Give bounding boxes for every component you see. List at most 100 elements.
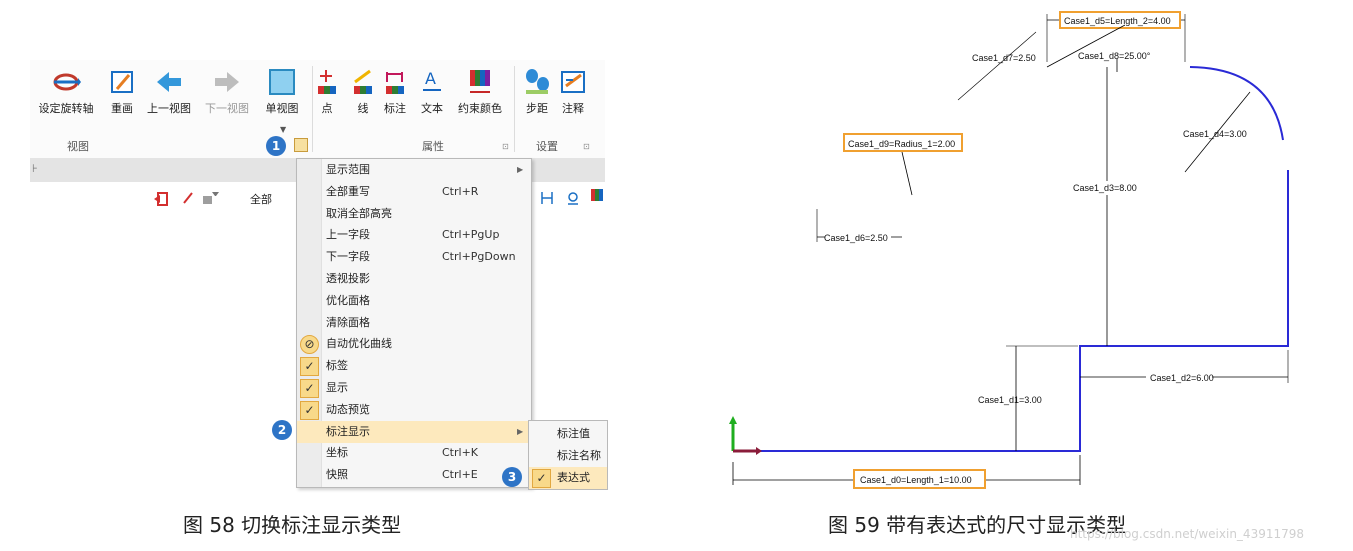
menu-item[interactable]: 快照 Ctrl+E — [297, 464, 531, 486]
menu-item-label: 动态预览 — [326, 402, 370, 416]
filter-selection-label[interactable]: 全部 — [250, 191, 272, 207]
menu-item[interactable]: ✓ 显示 — [297, 377, 531, 399]
ribbon-toolbar: 设定旋转轴 重画 上一视图 下一视图 单视图 ▼ 点 线 标注 A 文本 约束颜… — [30, 60, 605, 159]
checkmark-icon: ✓ — [300, 379, 319, 398]
step-badge-3: 3 — [502, 467, 522, 487]
step-icon — [520, 68, 554, 96]
menu-item[interactable]: 坐标 Ctrl+K — [297, 442, 531, 464]
pen-icon[interactable] — [182, 190, 194, 209]
color-tool-icon[interactable] — [591, 189, 603, 209]
point-icon — [316, 68, 338, 96]
menu-item-label: 优化面格 — [326, 293, 370, 307]
menu-item-shortcut: Ctrl+R — [442, 184, 479, 198]
group-label-view: 视图 — [67, 140, 89, 153]
next-view-icon — [202, 68, 252, 96]
menu-item-label: 全部重写 — [326, 184, 370, 198]
submenu-item[interactable]: ✓ 表达式 — [529, 467, 607, 489]
menu-item-shortcut: Ctrl+PgUp — [442, 228, 500, 242]
label-tool-icon[interactable] — [566, 190, 580, 209]
menu-item[interactable]: 下一字段 Ctrl+PgDown — [297, 246, 531, 268]
menu-item-shortcut: Ctrl+E — [442, 468, 478, 482]
dimension-icon — [380, 68, 410, 96]
menu-item[interactable]: 全部重写 Ctrl+R — [297, 181, 531, 203]
dim-label-d0: Case1_d0=Length_1=10.00 — [860, 475, 972, 485]
dialog-launcher-icon[interactable]: ⊡ — [583, 142, 590, 151]
collapse-icon[interactable]: ⊦ — [32, 162, 38, 175]
group-divider — [514, 66, 515, 152]
dim-label-d3: Case1_d3=8.00 — [1073, 183, 1137, 193]
step-badge-1: 1 — [266, 136, 286, 156]
menu-item[interactable]: 取消全部高亮 — [297, 203, 531, 225]
menu-item-label: 坐标 — [326, 446, 348, 460]
submenu-item[interactable]: 标注名称 — [529, 445, 607, 467]
menu-item[interactable]: 优化面格 — [297, 290, 531, 312]
previous-view-icon — [144, 68, 194, 96]
single-view-button[interactable]: 单视图 — [260, 68, 304, 116]
sketch-drawing: Case1_d0=Length_1=10.00 Case1_d1=3.00 Ca… — [729, 11, 1289, 489]
checkmark-icon: ✓ — [300, 400, 319, 420]
text-icon: A — [418, 68, 446, 96]
menu-item-label: 透视投影 — [326, 272, 370, 285]
group-divider — [312, 66, 313, 152]
dim-label-d5: Case1_d5=Length_2=4.00 — [1064, 16, 1171, 26]
dropdown-arrow-icon[interactable]: ▼ — [280, 125, 286, 134]
menu-item-label: 显示 — [326, 381, 348, 394]
group-label-properties: 属性 — [422, 140, 444, 153]
previous-view-button[interactable]: 上一视图 — [144, 68, 194, 116]
dim-label-d6: Case1_d6=2.50 — [824, 233, 888, 243]
context-menu: 显示范围 ▶ 全部重写 Ctrl+R 取消全部高亮上一字段 Ctrl+PgUp 下一字段 Ct… — [296, 158, 532, 488]
redraw-button[interactable]: 重画 — [102, 68, 142, 116]
annotation-button[interactable]: 注释 — [556, 68, 590, 116]
menu-item[interactable]: ✓ 动态预览 — [297, 399, 531, 421]
caption-left: 图 58 切换标注显示类型 — [183, 513, 402, 537]
menu-item-shortcut: Ctrl+PgDown — [442, 250, 516, 264]
menu-item[interactable]: 清除面格 — [297, 312, 531, 334]
annotation-icon — [556, 68, 590, 96]
line-button[interactable]: 线 — [352, 68, 374, 116]
dimension-display-submenu: 标注值标注名称 ✓ 表达式 — [528, 420, 608, 490]
step-button[interactable]: 步距 — [520, 68, 554, 116]
line-icon — [352, 68, 374, 96]
menu-item-label: 自动优化曲线 — [326, 337, 392, 351]
watermark: https://blog.csdn.net/weixin_43911798 — [1070, 527, 1305, 541]
submenu-arrow-icon: ▶ — [517, 165, 524, 174]
text-button[interactable]: A 文本 — [418, 68, 446, 116]
submenu-arrow-icon: ▶ — [517, 426, 524, 436]
dim-label-d2: Case1_d2=6.00 — [1150, 373, 1214, 383]
single-view-icon — [260, 68, 304, 96]
dim-label-d9: Case1_d9=Radius_1=2.00 — [848, 139, 955, 149]
redraw-icon — [102, 68, 142, 96]
submenu-item-label: 标注值 — [557, 427, 590, 440]
constraint-color-button[interactable]: 约束颜色 — [452, 68, 508, 116]
menu-item-label: 标注显示 — [326, 424, 370, 438]
menu-item[interactable]: 标注显示 ▶ — [297, 420, 531, 443]
submenu-item-label: 表达式 — [557, 471, 590, 484]
submenu-item-label: 标注名称 — [557, 449, 601, 462]
exit-icon[interactable] — [154, 191, 168, 210]
menu-item-label: 下一字段 — [326, 250, 370, 264]
auto-optimize-icon: ⊘ — [300, 335, 319, 355]
menu-item[interactable]: 上一字段 Ctrl+PgUp — [297, 224, 531, 246]
next-view-button[interactable]: 下一视图 — [202, 68, 252, 116]
view-options-button[interactable] — [294, 138, 308, 152]
dimension-tool-icon[interactable] — [540, 190, 554, 209]
dim-label-d7: Case1_d7=2.50 — [972, 53, 1036, 63]
menu-item-label: 上一字段 — [326, 228, 370, 242]
filter-icon[interactable] — [202, 190, 220, 209]
checkmark-icon: ✓ — [300, 357, 319, 377]
dialog-launcher-icon[interactable]: ⊡ — [502, 142, 509, 151]
menu-item[interactable]: ✓ 标签 — [297, 355, 531, 377]
dimension-button[interactable]: 标注 — [380, 68, 410, 116]
sketch-profile — [733, 170, 1289, 452]
menu-item[interactable]: ⊘ 自动优化曲线 — [297, 333, 531, 355]
point-button[interactable]: 点 — [316, 68, 338, 116]
menu-item[interactable]: 透视投影 — [297, 268, 531, 290]
menu-item-label: 显示范围 — [326, 163, 370, 176]
submenu-item[interactable]: 标注值 — [529, 423, 607, 445]
dim-label-d1: Case1_d1=3.00 — [978, 395, 1042, 405]
group-label-settings: 设置 — [536, 140, 558, 153]
menu-item-shortcut: Ctrl+K — [442, 446, 479, 460]
set-rotation-axis-button[interactable]: 设定旋转轴 — [36, 68, 96, 116]
menu-item[interactable]: 显示范围 ▶ — [297, 159, 531, 181]
dim-label-d4: Case1_d4=3.00 — [1183, 129, 1247, 139]
